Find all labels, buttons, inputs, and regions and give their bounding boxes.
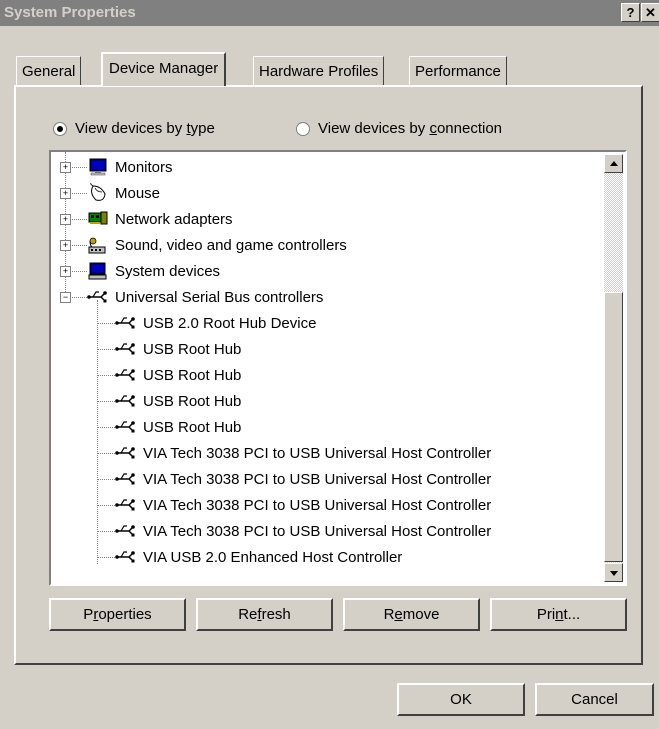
- ok-button[interactable]: OK: [397, 683, 525, 716]
- expand-icon[interactable]: +: [60, 188, 71, 199]
- tree-connector: [97, 375, 115, 376]
- properties-button[interactable]: Properties: [49, 598, 186, 631]
- usb-icon: [115, 447, 135, 459]
- sound-controller-icon: [88, 237, 106, 254]
- tree-connector: [97, 349, 115, 350]
- tree-item-label: Monitors: [115, 158, 173, 176]
- expand-icon[interactable]: +: [60, 240, 71, 251]
- tree-item-label: Mouse: [115, 184, 161, 202]
- tree-item-label: USB Root Hub: [143, 340, 242, 358]
- tree-item-label: Network adapters: [115, 210, 233, 228]
- usb-icon: [115, 343, 135, 355]
- tree-item-label: System devices: [115, 262, 221, 280]
- radio-label: View devices by type: [75, 120, 215, 137]
- tree-item[interactable]: + Network adapters: [51, 206, 571, 232]
- help-button[interactable]: ?: [621, 3, 640, 22]
- tree-item[interactable]: USB 2.0 Root Hub Device: [51, 310, 591, 336]
- device-tree[interactable]: + Monitors + Mouse + Network adapters + …: [49, 150, 627, 586]
- tree-item[interactable]: USB Root Hub: [51, 336, 591, 362]
- monitor-icon: [89, 158, 107, 176]
- expand-icon[interactable]: +: [60, 162, 71, 173]
- tree-item-label: VIA Tech 3038 PCI to USB Universal Host …: [143, 444, 492, 462]
- arrow-down-icon: [610, 571, 618, 576]
- arrow-up-icon: [610, 161, 618, 166]
- tree-item-label: VIA Tech 3038 PCI to USB Universal Host …: [143, 522, 492, 540]
- tree-item-label: Sound, video and game controllers: [115, 236, 347, 254]
- tree-item-label: USB Root Hub: [143, 392, 242, 410]
- tree-item-label: VIA Tech 3038 PCI to USB Universal Host …: [143, 470, 492, 488]
- tree-connector: [97, 505, 115, 506]
- collapse-icon[interactable]: −: [60, 292, 71, 303]
- tree-item[interactable]: VIA USB 2.0 Enhanced Host Controller: [51, 544, 591, 570]
- window-title: System Properties: [4, 4, 136, 21]
- vertical-scrollbar[interactable]: [604, 154, 623, 582]
- tree-item-label: Universal Serial Bus controllers: [115, 288, 324, 306]
- tree-item-label: USB Root Hub: [143, 418, 242, 436]
- radio-view-by-type[interactable]: View devices by type: [53, 120, 215, 137]
- tree-item[interactable]: − Universal Serial Bus controllers: [51, 284, 571, 310]
- usb-icon: [115, 369, 135, 381]
- tree-connector: [97, 531, 115, 532]
- tree-item-label: VIA USB 2.0 Enhanced Host Controller: [143, 548, 403, 566]
- tree-connector: [97, 323, 115, 324]
- remove-button[interactable]: Remove: [343, 598, 480, 631]
- tree-item[interactable]: + System devices: [51, 258, 571, 284]
- usb-icon: [115, 473, 135, 485]
- usb-icon: [115, 525, 135, 537]
- usb-icon: [115, 499, 135, 511]
- tree-item[interactable]: + Monitors: [51, 154, 571, 180]
- usb-icon: [115, 317, 135, 329]
- tab-performance[interactable]: Performance: [409, 56, 507, 85]
- title-bar[interactable]: System Properties ? ✕: [0, 0, 659, 26]
- tree-connector: [97, 557, 115, 558]
- tab-general[interactable]: General: [16, 56, 82, 85]
- scroll-down-button[interactable]: [604, 563, 623, 582]
- expand-icon[interactable]: +: [60, 214, 71, 225]
- tree-item[interactable]: VIA Tech 3038 PCI to USB Universal Host …: [51, 518, 591, 544]
- print-button[interactable]: Print...: [490, 598, 627, 631]
- tree-item[interactable]: VIA Tech 3038 PCI to USB Universal Host …: [51, 492, 591, 518]
- cancel-button[interactable]: Cancel: [535, 683, 654, 716]
- tree-item-label: USB 2.0 Root Hub Device: [143, 314, 317, 332]
- tree-item-label: VIA Tech 3038 PCI to USB Universal Host …: [143, 496, 492, 514]
- tree-item-label: USB Root Hub: [143, 366, 242, 384]
- scroll-thumb[interactable]: [604, 292, 623, 562]
- close-button[interactable]: ✕: [641, 3, 659, 22]
- scroll-up-button[interactable]: [604, 154, 623, 173]
- tree-item[interactable]: VIA Tech 3038 PCI to USB Universal Host …: [51, 466, 591, 492]
- tree-item[interactable]: + Mouse: [51, 180, 571, 206]
- tree-connector: [97, 453, 115, 454]
- tree-connector: [97, 427, 115, 428]
- radio-button[interactable]: [53, 121, 67, 136]
- tree-item[interactable]: + Sound, video and game controllers: [51, 232, 571, 258]
- tab-device-manager[interactable]: Device Manager: [101, 52, 227, 86]
- mouse-icon: [90, 183, 106, 201]
- radio-view-by-connection[interactable]: View devices by connection: [296, 120, 502, 137]
- usb-icon: [87, 291, 107, 303]
- usb-icon: [115, 421, 135, 433]
- radio-selected-dot: [57, 125, 63, 132]
- network-adapter-icon: [88, 211, 108, 225]
- tree-connector: [97, 479, 115, 480]
- usb-icon: [115, 551, 135, 563]
- refresh-button[interactable]: Refresh: [196, 598, 333, 631]
- tree-item[interactable]: USB Root Hub: [51, 388, 591, 414]
- radio-label: View devices by connection: [318, 120, 503, 137]
- tree-item[interactable]: USB Root Hub: [51, 414, 591, 440]
- tree-item[interactable]: VIA Tech 3038 PCI to USB Universal Host …: [51, 440, 591, 466]
- tree-item[interactable]: USB Root Hub: [51, 362, 591, 388]
- tab-hardware-profiles[interactable]: Hardware Profiles: [253, 56, 385, 85]
- expand-icon[interactable]: +: [60, 266, 71, 277]
- tree-connector: [97, 401, 115, 402]
- usb-icon: [115, 395, 135, 407]
- system-devices-icon: [88, 262, 107, 280]
- radio-button[interactable]: [296, 121, 310, 136]
